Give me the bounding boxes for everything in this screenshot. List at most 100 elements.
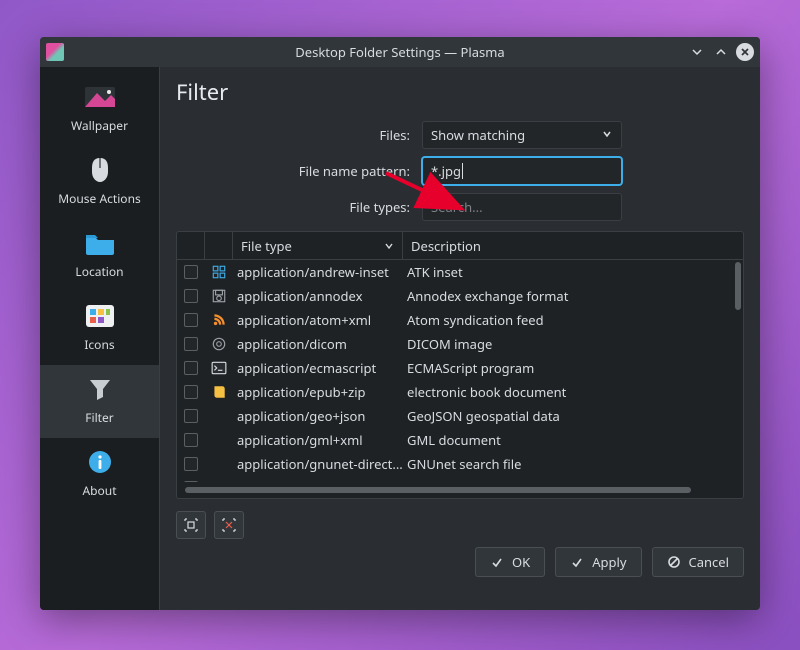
row-description: ATK inset [403, 263, 743, 281]
table-row[interactable]: application/annodexAnnodex exchange form… [177, 284, 743, 308]
row-checkbox[interactable] [177, 481, 205, 482]
table-row[interactable]: application/epub+zipelectronic book docu… [177, 380, 743, 404]
select-all-button[interactable] [176, 511, 206, 539]
table-row[interactable]: application/ecmascriptECMAScript program [177, 356, 743, 380]
table-row[interactable]: application/dicomDICOM image [177, 332, 743, 356]
row-filetype: application/atom+xml [233, 311, 403, 329]
table-row[interactable]: application/gpx+xmlGPX geographic data [177, 476, 743, 482]
maximize-button[interactable] [712, 43, 730, 61]
app-icon [46, 43, 64, 61]
main-panel: Filter Files: Show matching File name pa… [160, 67, 760, 610]
settings-window: Desktop Folder Settings — Plasma Wallpap… [40, 37, 760, 610]
sidebar-item-label: Icons [84, 336, 114, 353]
file-types-table: File type Description application/andrew… [176, 231, 744, 499]
table-row[interactable]: application/geo+jsonGeoJSON geospatial d… [177, 404, 743, 428]
folder-icon [83, 229, 117, 257]
row-checkbox[interactable] [177, 265, 205, 279]
ok-label: OK [512, 553, 530, 571]
mime-icon [205, 288, 233, 304]
sidebar-item-label: Filter [85, 409, 113, 426]
sidebar-item-label: Wallpaper [71, 117, 128, 134]
vertical-scrollbar[interactable] [735, 262, 741, 310]
pattern-value: *.jpg [431, 162, 461, 180]
window-title: Desktop Folder Settings — Plasma [40, 43, 760, 61]
mime-icon [205, 264, 233, 280]
files-select-value: Show matching [431, 126, 525, 144]
row-description: GNUnet search file [403, 455, 743, 473]
row-description: Annodex exchange format [403, 287, 743, 305]
sidebar-item-label: Location [75, 263, 123, 280]
mouse-icon [83, 156, 117, 184]
row-filetype: application/gml+xml [233, 431, 403, 449]
sidebar-item-label: About [82, 482, 116, 499]
row-checkbox[interactable] [177, 385, 205, 399]
window-buttons [688, 43, 754, 61]
sidebar: Wallpaper Mouse Actions Location Icons [40, 67, 160, 610]
pattern-label: File name pattern: [176, 162, 416, 180]
titlebar: Desktop Folder Settings — Plasma [40, 37, 760, 67]
mime-icon [205, 384, 233, 400]
minimize-button[interactable] [688, 43, 706, 61]
header-icon-col [205, 232, 233, 259]
table-row[interactable]: application/atom+xmlAtom syndication fee… [177, 308, 743, 332]
dialog-footer: OK Apply Cancel [176, 547, 744, 577]
table-row[interactable]: application/gml+xmlGML document [177, 428, 743, 452]
row-filetype: application/andrew-inset [233, 263, 403, 281]
close-button[interactable] [736, 43, 754, 61]
sidebar-item-filter[interactable]: Filter [40, 365, 159, 438]
sidebar-item-mouse-actions[interactable]: Mouse Actions [40, 146, 159, 219]
row-checkbox[interactable] [177, 313, 205, 327]
row-filetype: application/geo+json [233, 407, 403, 425]
header-checkbox-col[interactable] [177, 232, 205, 259]
row-filetype: application/ecmascript [233, 359, 403, 377]
row-checkbox[interactable] [177, 409, 205, 423]
files-select[interactable]: Show matching [422, 121, 622, 149]
row-checkbox[interactable] [177, 361, 205, 375]
row-filetype: application/gpx+xml [233, 479, 403, 482]
funnel-icon [83, 375, 117, 403]
sidebar-item-wallpaper[interactable]: Wallpaper [40, 73, 159, 146]
row-filetype: application/epub+zip [233, 383, 403, 401]
types-search-input[interactable]: Search... [422, 193, 622, 221]
row-description: Atom syndication feed [403, 311, 743, 329]
row-description: GML document [403, 431, 743, 449]
deselect-all-button[interactable] [214, 511, 244, 539]
sidebar-item-icons[interactable]: Icons [40, 292, 159, 365]
apply-label: Apply [592, 553, 626, 571]
ok-button[interactable]: OK [475, 547, 545, 577]
header-description-label: Description [411, 237, 481, 255]
cancel-label: Cancel [689, 553, 729, 571]
files-label: Files: [176, 126, 416, 144]
row-checkbox[interactable] [177, 337, 205, 351]
mime-icon [205, 360, 233, 376]
icons-icon [83, 302, 117, 330]
row-checkbox[interactable] [177, 433, 205, 447]
apply-button[interactable]: Apply [555, 547, 641, 577]
sidebar-item-about[interactable]: About [40, 438, 159, 511]
table-header: File type Description [177, 232, 743, 260]
header-filetype[interactable]: File type [233, 232, 403, 259]
table-row[interactable]: application/gnunet-direct...GNUnet searc… [177, 452, 743, 476]
table-row[interactable]: application/andrew-insetATK inset [177, 260, 743, 284]
row-description: electronic book document [403, 383, 743, 401]
row-checkbox[interactable] [177, 289, 205, 303]
header-description[interactable]: Description [403, 232, 743, 259]
row-description: DICOM image [403, 335, 743, 353]
selection-buttons [176, 511, 744, 539]
pattern-input[interactable]: *.jpg [422, 157, 622, 185]
sidebar-item-label: Mouse Actions [58, 190, 140, 207]
horizontal-scrollbar[interactable] [185, 487, 691, 493]
row-filetype: application/gnunet-direct... [233, 455, 403, 473]
filter-form: Files: Show matching File name pattern: … [176, 121, 744, 221]
wallpaper-icon [83, 83, 117, 111]
horizontal-scroll-track[interactable] [177, 482, 743, 498]
row-filetype: application/annodex [233, 287, 403, 305]
cancel-button[interactable]: Cancel [652, 547, 744, 577]
chevron-down-icon [601, 126, 613, 144]
sort-desc-icon [384, 237, 394, 255]
mime-icon [205, 312, 233, 328]
table-body[interactable]: application/andrew-insetATK insetapplica… [177, 260, 743, 482]
row-checkbox[interactable] [177, 457, 205, 471]
sidebar-item-location[interactable]: Location [40, 219, 159, 292]
row-description: GPX geographic data [403, 479, 743, 482]
